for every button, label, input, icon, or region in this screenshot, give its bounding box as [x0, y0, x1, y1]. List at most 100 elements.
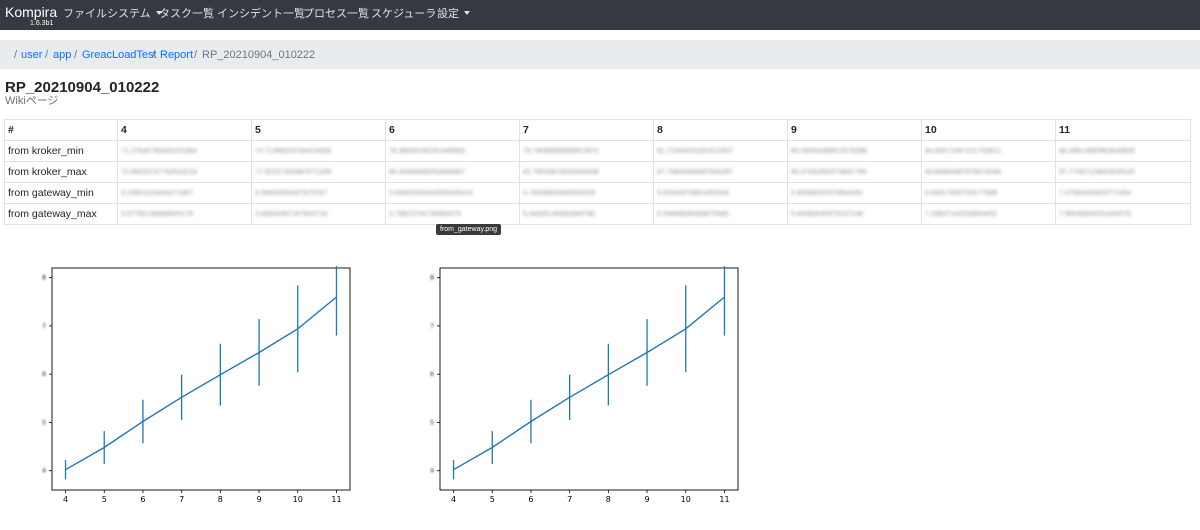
chart-svg: 4 5 6 7 8 9 10 11 4 5 6 7 8 [430, 266, 739, 504]
table-cell: 4.79823744726560376 [385, 203, 520, 225]
table-cell: 3.24961024444271667 [117, 182, 252, 204]
table-cell: 86.09613860963849835 [1055, 140, 1191, 162]
y-tick-label: 5 [430, 419, 434, 426]
breadcrumb-separator: / [45, 49, 49, 61]
column-header: 6 [385, 119, 520, 141]
y-tick-label: 5 [42, 419, 46, 426]
table-header-row: # 4 5 6 7 8 9 10 11 [4, 119, 1191, 141]
nav-item-settings[interactable]: 設定 [437, 8, 470, 21]
breadcrumb-item-app[interactable]: app [53, 49, 71, 62]
y-tick-label: 4 [430, 468, 434, 475]
y-tick-label: 7 [430, 323, 434, 330]
column-header: 4 [117, 119, 252, 141]
table-cell: 76.98049165291945883 [385, 140, 520, 162]
page-subtitle: Wikiページ [5, 95, 59, 107]
results-table: # 4 5 6 7 8 9 10 11 from kroker_min 71.2… [4, 119, 1191, 225]
column-header: 8 [653, 119, 788, 141]
x-tick-label: 8 [218, 495, 223, 504]
column-header: 10 [921, 119, 1056, 141]
table-cell: 77.52227345987071209 [251, 161, 386, 183]
table-row: from kroker_min 71.27646780405231864 74.… [4, 140, 1191, 162]
top-navbar: Kompira 1.6.3b1 ファイルシステム タスク一覧 インシデント一覧 … [0, 0, 1200, 30]
x-tick-label: 4 [63, 495, 68, 504]
table-cell: 83.33054469812076398 [787, 140, 922, 162]
series-line [453, 296, 725, 471]
breadcrumb-item-report[interactable]: Report [160, 49, 193, 62]
column-header: 9 [787, 119, 922, 141]
table-row: from gateway_max 3.67792136868005176 3.8… [4, 203, 1191, 225]
y-tick-label: 8 [430, 275, 434, 282]
table-cell: 87.79604069897064287 [653, 161, 788, 183]
chart-svg: 4 5 6 7 8 9 10 11 4 5 6 7 8 [42, 266, 351, 504]
column-header: # [4, 119, 118, 141]
column-header: 5 [251, 119, 386, 141]
table-cell: 5.86389192374664082 [787, 182, 922, 204]
table-cell: 5.94380640375237148 [787, 203, 922, 225]
x-tick-label: 10 [293, 495, 303, 504]
table-row: from gateway_min 3.24961024444271667 3.5… [4, 182, 1191, 204]
table-cell: 3.67792136868005176 [117, 203, 252, 225]
x-tick-label: 5 [490, 495, 495, 504]
nav-item-label: スケジューラ [371, 8, 437, 20]
nav-item-label: プロセス一覧 [303, 8, 369, 20]
table-cell: 3.84603264944595646414 [385, 182, 520, 204]
table-cell: 4.75048963465943209 [519, 182, 654, 204]
table-cell: 5.04335135683364796 [519, 203, 654, 225]
nav-item-label: ファイルシステム [63, 8, 151, 20]
table-cell: 3.59643563407676787 [251, 182, 386, 204]
y-tick-label: 6 [430, 371, 434, 378]
table-cell: 5.02844978862453344 [653, 182, 788, 204]
x-tick-label: 4 [451, 495, 456, 504]
x-tick-label: 6 [140, 495, 145, 504]
table-cell: 72.66023747762524218 [117, 161, 252, 183]
breadcrumb-separator: / [74, 49, 78, 61]
nav-item-incidents[interactable]: インシデント一覧 [217, 8, 305, 21]
table-cell: 7.90539654251630576 [1055, 203, 1191, 225]
nav-item-scheduler[interactable]: スケジューラ [371, 8, 436, 21]
table-cell: 84.84571667101753812 [921, 140, 1056, 162]
table-row: from kroker_max 72.66023747762524218 77.… [4, 161, 1191, 183]
nav-item-label: タスク一覧 [159, 8, 214, 20]
nav-item-filesystem[interactable]: ファイルシステム [63, 8, 162, 21]
table-cell: 80.44388680054965867 [385, 161, 520, 183]
breadcrumb-item-user[interactable]: user [21, 49, 42, 62]
nav-item-tasks[interactable]: タスク一覧 [159, 8, 214, 21]
x-tick-label: 8 [606, 495, 611, 504]
brand-logo[interactable]: Kompira [5, 4, 57, 20]
table-cell: 7.07884405403771464 [1055, 182, 1191, 204]
table-cell: 6.89317892703177989 [921, 182, 1056, 204]
row-label: from kroker_min [4, 140, 118, 162]
breadcrumb-item-greacloadtest[interactable]: GreacLoadTest [82, 49, 157, 62]
breadcrumb: / user / app / GreacLoadTest / Report / … [0, 40, 1200, 69]
image-tooltip: from_gateway.png [436, 224, 502, 235]
caret-down-icon [464, 11, 470, 15]
nav-item-processes[interactable]: プロセス一覧 [303, 8, 369, 21]
nav-item-label: 設定 [437, 8, 459, 20]
table-cell: 74.71396023764416808 [251, 140, 386, 162]
version-label: 1.6.3b1 [30, 20, 54, 27]
table-cell: 3.88924397167603716 [251, 203, 386, 225]
table-cell: 93.86864987876674546 [921, 161, 1056, 183]
x-tick-label: 6 [528, 495, 533, 504]
table-cell: 81.72454016281913307 [653, 140, 788, 162]
y-tick-label: 8 [42, 275, 46, 282]
series-line [65, 296, 337, 471]
breadcrumb-separator: / [152, 49, 156, 61]
chart-from-kroker[interactable]: 4 5 6 7 8 9 10 11 4 5 6 7 8 [30, 266, 355, 511]
table-cell: 71.27646780405231864 [117, 140, 252, 162]
x-tick-label: 10 [681, 495, 691, 504]
x-tick-label: 11 [719, 495, 729, 504]
x-tick-label: 5 [102, 495, 107, 504]
breadcrumb-separator: / [194, 49, 198, 61]
column-header: 11 [1055, 119, 1191, 141]
row-label: from gateway_max [4, 203, 118, 225]
nav-item-label: インシデント一覧 [217, 8, 305, 20]
x-tick-label: 7 [567, 495, 572, 504]
plot-frame [439, 267, 739, 491]
table-cell: 82.76539878535944436 [519, 161, 654, 183]
x-tick-label: 11 [331, 495, 341, 504]
breadcrumb-separator: / [14, 49, 18, 61]
x-tick-label: 9 [257, 495, 262, 504]
chart-from-gateway[interactable]: 4 5 6 7 8 9 10 11 4 5 6 7 8 [418, 266, 743, 511]
plot-frame [51, 267, 351, 491]
